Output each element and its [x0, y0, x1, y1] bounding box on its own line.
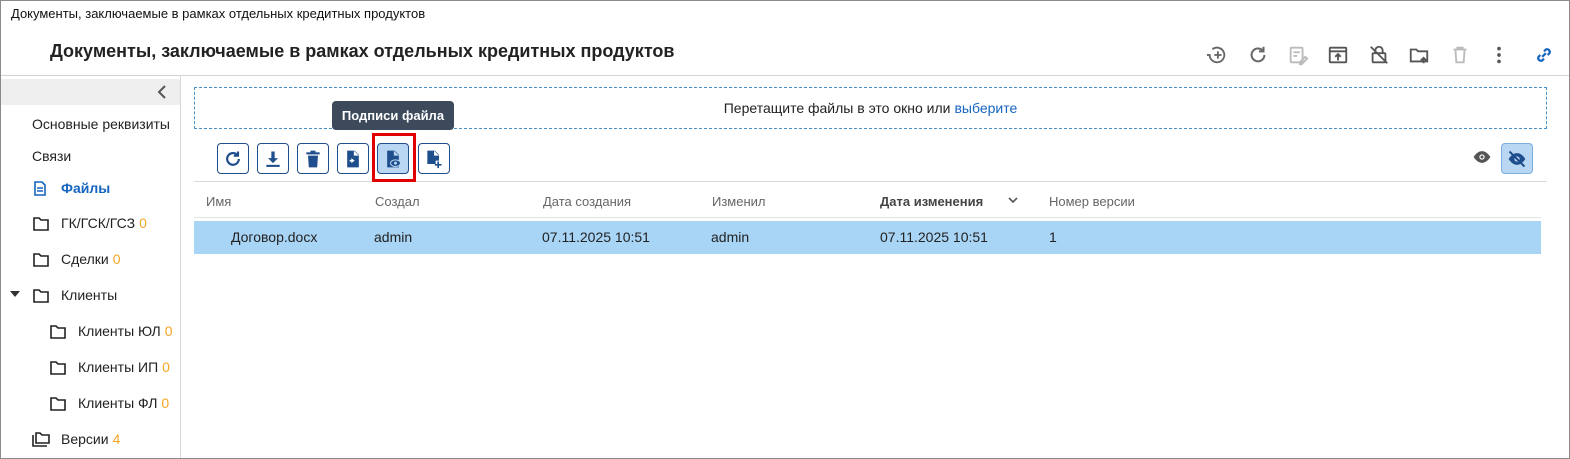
cell-modified-by: admin — [711, 229, 750, 245]
chevron-left-icon — [157, 85, 166, 99]
sidebar-item-label: Клиенты — [61, 287, 118, 303]
hide-toggle-button[interactable] — [1501, 143, 1533, 174]
caret-down-icon[interactable] — [9, 290, 21, 298]
count-badge: 0 — [164, 323, 173, 339]
count-badge: 0 — [161, 395, 170, 411]
sign-file-icon — [347, 150, 359, 167]
sidebar-item-label: Файлы — [61, 180, 111, 196]
chevron-down-icon[interactable] — [1007, 194, 1019, 206]
cell-modified-date: 07.11.2025 10:51 — [880, 229, 988, 245]
sidebar-item-label: Клиенты ЮЛ — [78, 323, 161, 339]
sidebar-item-clients[interactable]: Клиенты — [61, 287, 117, 303]
count-badge: 4 — [112, 431, 121, 447]
count-badge: 0 — [162, 359, 170, 375]
header-divider — [1, 75, 1569, 76]
sidebar-item-clients-fl[interactable]: Клиенты ФЛ 0 — [78, 395, 169, 411]
folder-move-icon[interactable] — [1406, 42, 1432, 68]
add-circle-icon[interactable] — [1204, 42, 1230, 68]
document-icon — [34, 181, 46, 196]
folder-icon — [50, 397, 66, 411]
sidebar-item-label: Клиенты ИП — [78, 359, 159, 375]
sign-file-button[interactable] — [337, 143, 369, 174]
refresh-icon — [226, 151, 240, 166]
refresh-files-button[interactable] — [217, 143, 249, 174]
sidebar: Основные реквизиты Связи Файлы ГК/ГСК/ГС… — [1, 76, 181, 458]
table-header: Имя Создал Дата создания Изменил Дата из… — [194, 186, 1541, 218]
add-file-button[interactable] — [418, 143, 450, 174]
column-header-created-date[interactable]: Дата создания — [543, 194, 631, 209]
sidebar-item-files[interactable]: Файлы — [61, 180, 110, 196]
sidebar-item-main-details[interactable]: Основные реквизиты — [32, 116, 170, 132]
sidebar-item-deals[interactable]: Сделки 0 — [61, 251, 121, 267]
sidebar-item-label: Сделки — [61, 251, 109, 267]
more-vert-icon[interactable] — [1486, 42, 1512, 68]
sidebar-item-versions[interactable]: Версии 4 — [61, 431, 120, 447]
column-header-created-by[interactable]: Создал — [375, 194, 420, 209]
add-file-icon — [427, 150, 442, 168]
sidebar-item-label: Связи — [32, 148, 72, 164]
delete-icon — [1447, 42, 1473, 68]
download-button[interactable] — [257, 143, 289, 174]
highlight-box — [372, 133, 416, 182]
delete-file-button[interactable] — [297, 143, 329, 174]
refresh-icon[interactable] — [1245, 42, 1271, 68]
folder-icon — [33, 289, 49, 303]
page-title: Документы, заключаемые в рамках отдельны… — [50, 41, 675, 61]
column-header-version[interactable]: Номер версии — [1049, 194, 1135, 209]
window-title: Документы, заключаемые в рамках отдельны… — [11, 6, 426, 21]
lock-off-icon[interactable] — [1366, 42, 1392, 68]
choose-files-link[interactable]: выберите — [954, 100, 1017, 116]
cell-name[interactable]: Договор.docx — [231, 229, 317, 245]
sidebar-collapse-button[interactable] — [1, 79, 180, 105]
sidebar-item-label: Версии — [61, 431, 109, 447]
column-header-modified-by[interactable]: Изменил — [712, 194, 766, 209]
cell-created-by: admin — [374, 229, 413, 245]
sidebar-item-label: Клиенты ФЛ — [78, 395, 158, 411]
column-header-modified-date[interactable]: Дата изменения — [880, 194, 983, 209]
count-badge: 0 — [139, 215, 147, 231]
open-in-icon[interactable] — [1325, 42, 1351, 68]
sidebar-item-links[interactable]: Связи — [32, 148, 71, 164]
folder-icon — [50, 361, 66, 375]
download-icon — [266, 151, 280, 167]
cell-created-date: 07.11.2025 10:51 — [542, 229, 650, 245]
edit-doc-icon — [1285, 42, 1311, 68]
folder-icon — [50, 325, 66, 339]
link-icon[interactable] — [1531, 42, 1557, 68]
count-badge: 0 — [112, 251, 121, 267]
folder-icon — [33, 253, 49, 267]
tooltip: Подписи файла — [332, 101, 454, 130]
sidebar-item-clients-ul[interactable]: Клиенты ЮЛ 0 — [78, 323, 173, 339]
sidebar-item-gk[interactable]: ГК/ГСК/ГСЗ 0 — [61, 215, 147, 231]
sidebar-item-label: ГК/ГСК/ГСЗ — [61, 215, 136, 231]
folder-icon — [33, 217, 49, 231]
delete-icon — [306, 150, 320, 167]
sidebar-item-label: Основные реквизиты — [32, 116, 170, 132]
dropzone-text: Перетащите файлы в это окно или — [723, 100, 951, 116]
cell-version: 1 — [1049, 229, 1057, 245]
show-icon[interactable] — [1470, 145, 1494, 169]
eye-off-icon — [1508, 150, 1526, 167]
column-header-name[interactable]: Имя — [206, 194, 231, 209]
sidebar-item-clients-ip[interactable]: Клиенты ИП 0 — [78, 359, 170, 375]
folders-stack-icon — [32, 432, 50, 447]
table-row[interactable]: Договор.docx admin 07.11.2025 10:51 admi… — [194, 221, 1541, 254]
